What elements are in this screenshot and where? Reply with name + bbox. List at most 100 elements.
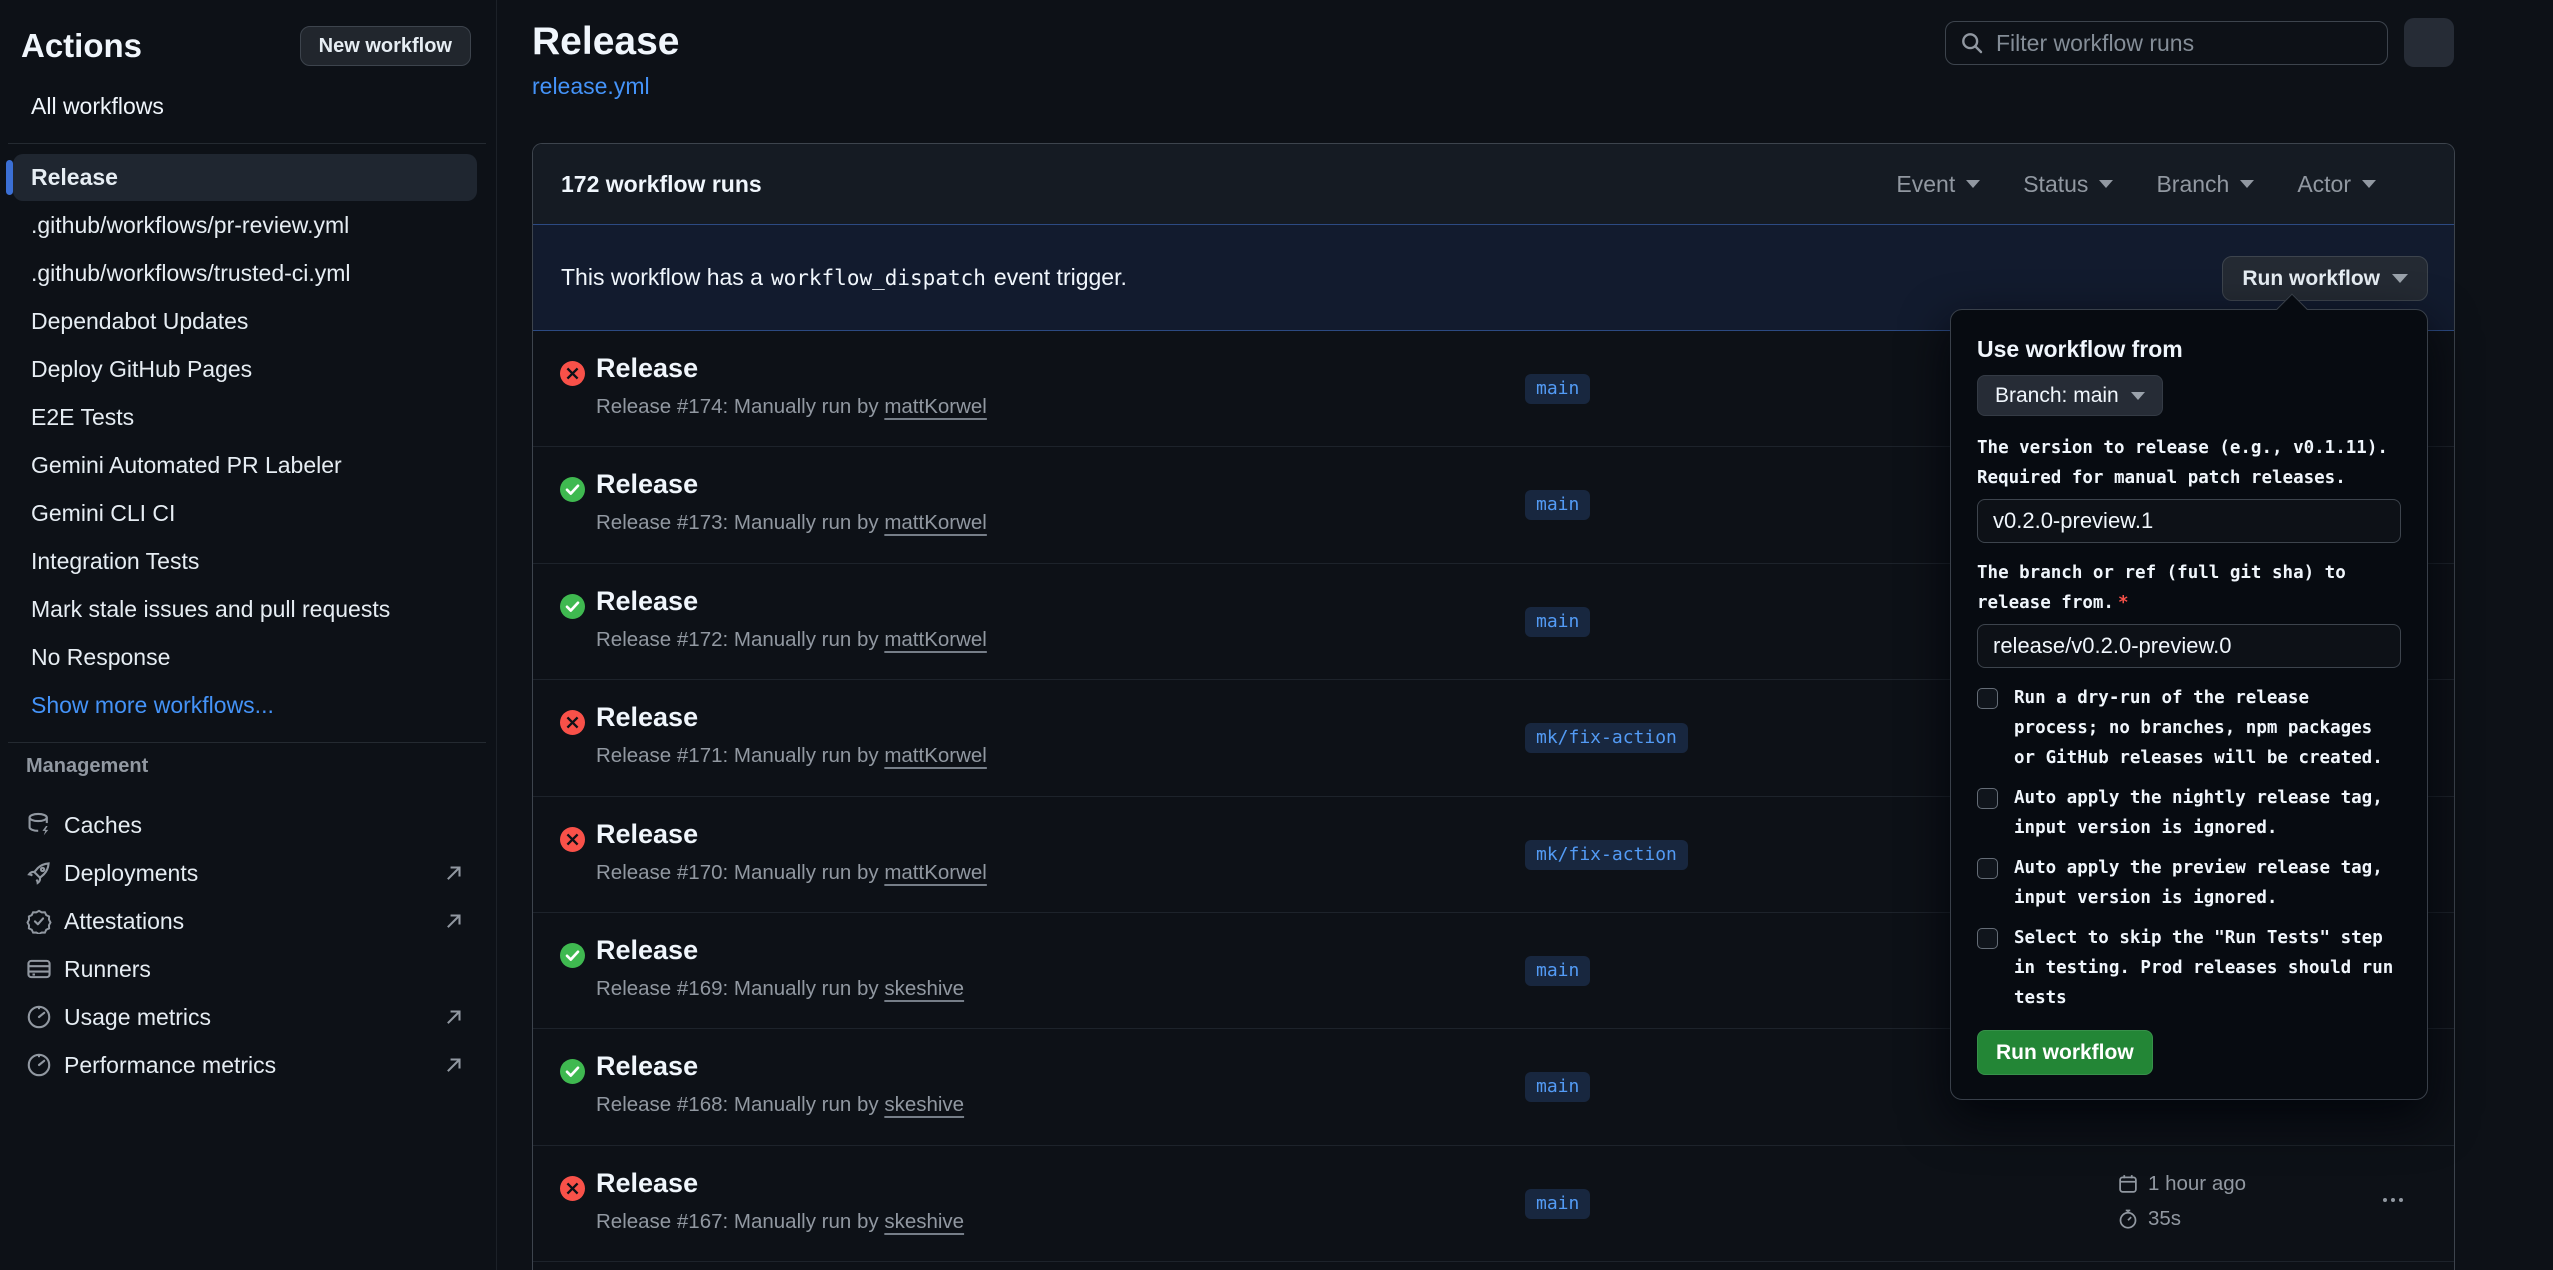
check-circle-icon <box>560 594 585 619</box>
x-circle-icon <box>560 1176 585 1201</box>
management-label: Performance metrics <box>64 1052 276 1079</box>
all-workflows-link[interactable]: All workflows <box>31 93 164 120</box>
run-actor-link[interactable]: mattKorwel <box>884 861 987 884</box>
workflow-label: Show more workflows... <box>31 692 274 719</box>
sidebar-item-dependabot-updates[interactable]: Dependabot Updates <box>0 297 490 345</box>
branch-badge[interactable]: main <box>1525 374 1590 404</box>
row-kebab-icon[interactable] <box>2391 1198 2395 1202</box>
workflow-input-checkbox-row[interactable]: Auto apply the preview release tag, inpu… <box>1977 853 2401 913</box>
workflow-input-checkbox-row[interactable]: Select to skip the "Run Tests" step in t… <box>1977 923 2401 1013</box>
sidebar-item-gemini-automated-pr-labeler[interactable]: Gemini Automated PR Labeler <box>0 441 490 489</box>
workflow-label: .github/workflows/pr-review.yml <box>31 212 349 239</box>
filter-status[interactable]: Status <box>2023 171 2113 198</box>
runs-count: 172 workflow runs <box>561 171 762 198</box>
run-workflow-submit-button[interactable]: Run workflow <box>1977 1030 2153 1075</box>
checkbox[interactable] <box>1977 858 1998 879</box>
branch-badge[interactable]: main <box>1525 490 1590 520</box>
branch-badge[interactable]: mk/fix-action <box>1525 723 1688 753</box>
page-title: Release <box>532 20 679 64</box>
branch-selector-button[interactable]: Branch: main <box>1977 375 2163 416</box>
sidebar-item-mark-stale-issues-and-pull-requests[interactable]: Mark stale issues and pull requests <box>0 585 490 633</box>
branch-badge[interactable]: main <box>1525 1189 1590 1219</box>
x-circle-icon <box>560 361 585 386</box>
sidebar-item-performance-metrics[interactable]: Performance metrics <box>0 1041 496 1089</box>
sidebar-item-e2e-tests[interactable]: E2E Tests <box>0 393 490 441</box>
management-heading: Management <box>0 755 496 778</box>
filter-runs-search[interactable] <box>1945 21 2388 65</box>
sidebar-item-caches[interactable]: Caches <box>0 801 496 849</box>
run-title-link[interactable]: Release <box>596 469 698 500</box>
checkbox[interactable] <box>1977 688 1998 709</box>
run-title-link[interactable]: Release <box>596 353 698 384</box>
search-icon <box>1960 31 1984 55</box>
sidebar-item-integration-tests[interactable]: Integration Tests <box>0 537 490 585</box>
sidebar-item-gemini-cli-ci[interactable]: Gemini CLI CI <box>0 489 490 537</box>
branch-badge[interactable]: main <box>1525 956 1590 986</box>
sidebar-item-no-response[interactable]: No Response <box>0 633 490 681</box>
sidebar-item-deployments[interactable]: Deployments <box>0 849 496 897</box>
caret-down-icon <box>2099 180 2113 188</box>
new-workflow-button[interactable]: New workflow <box>300 26 471 66</box>
run-actor-link[interactable]: mattKorwel <box>884 744 987 767</box>
branch-badge[interactable]: main <box>1525 607 1590 637</box>
workflow-run-row[interactable]: Release Release #167: Manually run by sk… <box>533 1146 2454 1262</box>
management-label: Attestations <box>64 908 184 935</box>
sidebar-title: Actions <box>21 27 142 65</box>
version-input[interactable] <box>1977 499 2401 543</box>
run-title-link[interactable]: Release <box>596 935 698 966</box>
dialog-heading: Use workflow from <box>1977 336 2401 363</box>
sidebar-item-github-workflows-trusted-ci-yml[interactable]: .github/workflows/trusted-ci.yml <box>0 249 490 297</box>
filter-branch[interactable]: Branch <box>2156 171 2254 198</box>
banner-text-before: This workflow has a <box>561 264 763 290</box>
checkbox-label: Auto apply the preview release tag, inpu… <box>2014 853 2401 913</box>
filter-actor[interactable]: Actor <box>2297 171 2376 198</box>
banner-code: workflow_dispatch <box>771 266 986 290</box>
run-title-link[interactable]: Release <box>596 1168 698 1199</box>
run-workflow-dropdown-button[interactable]: Run workflow <box>2222 256 2428 301</box>
run-title-link[interactable]: Release <box>596 586 698 617</box>
run-actor-link[interactable]: skeshive <box>884 1210 964 1233</box>
page-kebab-button[interactable] <box>2404 18 2454 67</box>
branch-badge[interactable]: mk/fix-action <box>1525 840 1688 870</box>
workflow-input-checkbox-row[interactable]: Auto apply the nightly release tag, inpu… <box>1977 783 2401 843</box>
run-actor-link[interactable]: mattKorwel <box>884 628 987 651</box>
run-description: Release #173: Manually run by mattKorwel <box>596 511 987 535</box>
checkbox-label: Run a dry-run of the release process; no… <box>2014 683 2401 773</box>
run-actor-link[interactable]: mattKorwel <box>884 511 987 534</box>
sidebar-item-github-workflows-pr-review-yml[interactable]: .github/workflows/pr-review.yml <box>0 201 490 249</box>
run-duration: 35s <box>2148 1207 2181 1231</box>
external-link-icon <box>443 1006 465 1028</box>
check-circle-icon <box>560 943 585 968</box>
checkbox-label: Auto apply the nightly release tag, inpu… <box>2014 783 2401 843</box>
gauge-icon <box>26 1004 52 1030</box>
sidebar-item-release[interactable]: Release <box>13 154 477 201</box>
workflow-file-link[interactable]: release.yml <box>532 73 650 100</box>
sidebar-item-show-more-workflows[interactable]: Show more workflows... <box>0 681 490 729</box>
run-workflow-dialog: Use workflow from Branch: main The versi… <box>1950 309 2428 1100</box>
run-title-link[interactable]: Release <box>596 702 698 733</box>
management-label: Deployments <box>64 860 198 887</box>
runs-header: 172 workflow runs Event Status Branch Ac… <box>533 144 2454 224</box>
search-input[interactable] <box>1996 30 2387 57</box>
sidebar-divider <box>8 143 486 144</box>
run-actor-link[interactable]: skeshive <box>884 1093 964 1116</box>
run-actor-link[interactable]: skeshive <box>884 977 964 1000</box>
gauge-icon <box>26 1052 52 1078</box>
sidebar-item-attestations[interactable]: Attestations <box>0 897 496 945</box>
run-description: Release #167: Manually run by skeshive <box>596 1210 964 1234</box>
checkbox[interactable] <box>1977 788 1998 809</box>
actions-sidebar: Actions New workflow All workflows Relea… <box>0 0 497 1270</box>
sidebar-item-runners[interactable]: Runners <box>0 945 496 993</box>
branch-badge[interactable]: main <box>1525 1072 1590 1102</box>
verified-icon <box>26 908 52 934</box>
run-actor-link[interactable]: mattKorwel <box>884 395 987 418</box>
sidebar-item-usage-metrics[interactable]: Usage metrics <box>0 993 496 1041</box>
sidebar-item-deploy-github-pages[interactable]: Deploy GitHub Pages <box>0 345 490 393</box>
workflow-label: Release <box>31 164 118 191</box>
run-title-link[interactable]: Release <box>596 819 698 850</box>
run-title-link[interactable]: Release <box>596 1051 698 1082</box>
filter-event[interactable]: Event <box>1896 171 1980 198</box>
checkbox[interactable] <box>1977 928 1998 949</box>
ref-input[interactable] <box>1977 624 2401 668</box>
workflow-input-checkbox-row[interactable]: Run a dry-run of the release process; no… <box>1977 683 2401 773</box>
